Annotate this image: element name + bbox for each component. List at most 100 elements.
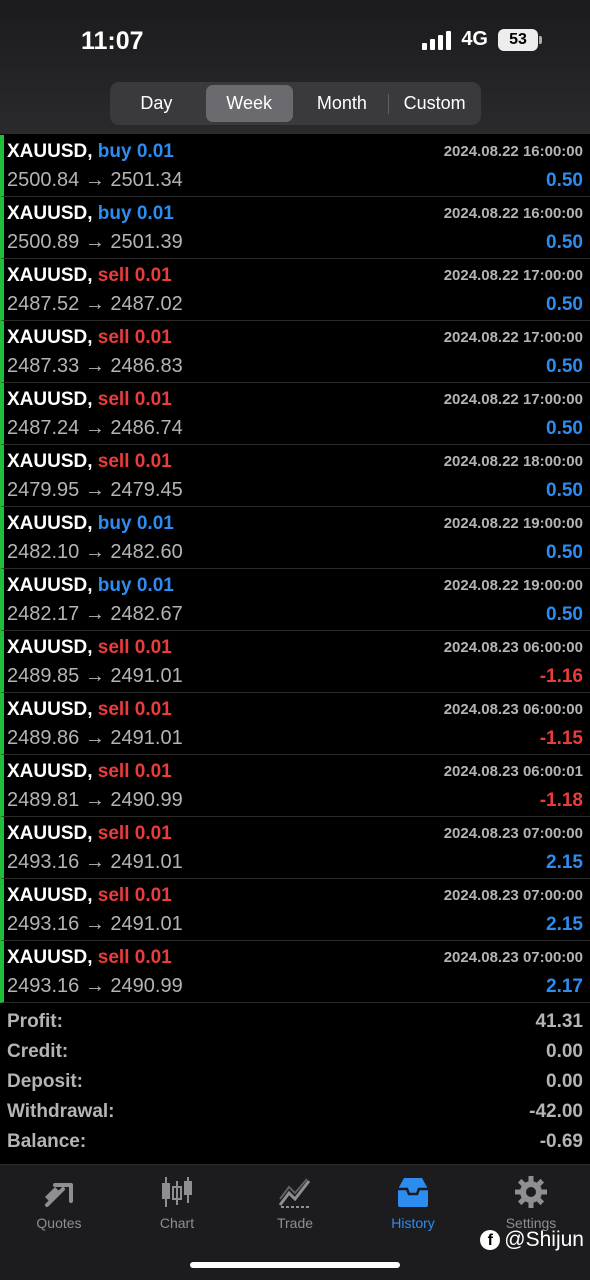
- trade-time: 2024.08.22 17:00:00: [443, 391, 583, 408]
- arrow-icon: →: [84, 293, 105, 315]
- trade-profit: 0.50: [546, 604, 583, 625]
- trade-row[interactable]: XAUUSD, sell 0.01 2489.86 → 2491.01 2024.0…: [0, 693, 590, 755]
- arrow-icon: →: [84, 789, 105, 811]
- summary-row: Deposit: 0.00: [0, 1069, 590, 1099]
- trade-row[interactable]: XAUUSD, sell 0.01 2489.81 → 2490.99 2024.0…: [0, 755, 590, 817]
- trade-profit: 0.50: [546, 480, 583, 501]
- trade-row[interactable]: XAUUSD, sell 0.01 2493.16 → 2491.01 2024.0…: [0, 817, 590, 879]
- trade-row[interactable]: XAUUSD, sell 0.01 2479.95 → 2479.45 2024.0…: [0, 445, 590, 507]
- trade-side: buy 0.01: [97, 141, 174, 162]
- tab-label: History: [391, 1215, 435, 1231]
- trade-time: 2024.08.23 07:00:00: [443, 825, 583, 842]
- open-price: 2500.89: [7, 231, 80, 253]
- signal-icon: [422, 30, 452, 50]
- trade-row[interactable]: XAUUSD, buy 0.01 2482.10 → 2482.60 2024.08…: [0, 507, 590, 569]
- trade-symbol-line: XAUUSD, buy 0.01: [7, 203, 174, 225]
- trade-side: sell 0.01: [97, 699, 172, 720]
- trade-time: 2024.08.22 16:00:00: [443, 143, 583, 160]
- summary-label: Profit:: [7, 1011, 63, 1032]
- trade-row[interactable]: XAUUSD, sell 0.01 2493.16 → 2491.01 2024.0…: [0, 879, 590, 941]
- trade-row[interactable]: XAUUSD, sell 0.01 2493.16 → 2490.99 2024.0…: [0, 941, 590, 1003]
- trade-prices: 2489.86 → 2491.01: [7, 727, 183, 750]
- trade-side: buy 0.01: [97, 575, 174, 596]
- tab-history[interactable]: History: [354, 1175, 472, 1239]
- period-tab-day[interactable]: Day: [113, 85, 200, 122]
- open-price: 2479.95: [7, 479, 80, 501]
- trade-symbol: XAUUSD,: [7, 451, 93, 472]
- open-price: 2487.33: [7, 355, 80, 377]
- trade-time: 2024.08.23 07:00:00: [443, 887, 583, 904]
- quotes-icon: [45, 1183, 73, 1207]
- network-type: 4G: [461, 28, 488, 50]
- tab-trade[interactable]: Trade: [236, 1175, 354, 1239]
- open-price: 2493.16: [7, 913, 80, 935]
- tab-chart[interactable]: Chart: [118, 1175, 236, 1239]
- arrow-icon: →: [84, 975, 105, 997]
- open-price: 2482.17: [7, 603, 80, 625]
- arrow-icon: →: [84, 603, 105, 625]
- top-bar: 11:07 4G 53 Day Week Month Custom: [0, 0, 590, 134]
- tab-quotes[interactable]: Quotes: [0, 1175, 118, 1239]
- summary-value: 0.00: [546, 1071, 583, 1092]
- arrow-icon: →: [84, 169, 105, 191]
- arrow-icon: →: [84, 417, 105, 439]
- trade-prices: 2487.24 → 2486.74: [7, 417, 183, 440]
- arrow-icon: →: [84, 851, 105, 873]
- close-price: 2501.34: [110, 169, 183, 191]
- trade-time: 2024.08.22 17:00:00: [443, 329, 583, 346]
- open-price: 2482.10: [7, 541, 80, 563]
- trade-side: buy 0.01: [97, 513, 174, 534]
- home-indicator[interactable]: [190, 1262, 400, 1268]
- trade-row[interactable]: XAUUSD, sell 0.01 2489.85 → 2491.01 2024.0…: [0, 631, 590, 693]
- trade-time: 2024.08.22 18:00:00: [443, 453, 583, 470]
- trade-row[interactable]: XAUUSD, buy 0.01 2482.17 → 2482.67 2024.08…: [0, 569, 590, 631]
- trade-row[interactable]: XAUUSD, sell 0.01 2487.24 → 2486.74 2024.0…: [0, 383, 590, 445]
- trade-side: sell 0.01: [97, 823, 172, 844]
- open-price: 2489.81: [7, 789, 80, 811]
- period-tab-custom[interactable]: Custom: [388, 85, 478, 122]
- summary-value: 0.00: [546, 1041, 583, 1062]
- arrow-icon: →: [84, 913, 105, 935]
- trade-symbol: XAUUSD,: [7, 699, 93, 720]
- trade-side: sell 0.01: [97, 947, 172, 968]
- close-price: 2490.99: [110, 789, 183, 811]
- open-price: 2493.16: [7, 975, 80, 997]
- tab-label: Trade: [276, 1215, 314, 1231]
- trade-symbol-line: XAUUSD, buy 0.01: [7, 141, 174, 163]
- trade-prices: 2489.81 → 2490.99: [7, 789, 183, 812]
- trade-row[interactable]: XAUUSD, sell 0.01 2487.33 → 2486.83 2024.0…: [0, 321, 590, 383]
- trade-symbol-line: XAUUSD, sell 0.01: [7, 947, 172, 969]
- trade-time: 2024.08.23 06:00:01: [443, 763, 583, 780]
- open-price: 2487.24: [7, 417, 80, 439]
- trade-symbol: XAUUSD,: [7, 513, 93, 534]
- trade-row[interactable]: XAUUSD, buy 0.01 2500.84 → 2501.34 2024.08…: [0, 135, 590, 197]
- trade-side: sell 0.01: [97, 451, 172, 472]
- trade-time: 2024.08.22 17:00:00: [443, 267, 583, 284]
- trade-row[interactable]: XAUUSD, buy 0.01 2500.89 → 2501.39 2024.08…: [0, 197, 590, 259]
- summary-value: 41.31: [535, 1011, 583, 1032]
- open-price: 2493.16: [7, 851, 80, 873]
- trade-side: buy 0.01: [97, 203, 174, 224]
- period-tab-month[interactable]: Month: [299, 85, 386, 122]
- close-price: 2491.01: [110, 665, 183, 687]
- trade-prices: 2482.10 → 2482.60: [7, 541, 183, 564]
- close-price: 2486.83: [110, 355, 183, 377]
- trade-time: 2024.08.22 16:00:00: [443, 205, 583, 222]
- summary-value: -42.00: [529, 1101, 583, 1122]
- arrow-icon: →: [84, 727, 105, 749]
- close-price: 2487.02: [110, 293, 183, 315]
- trade-symbol: XAUUSD,: [7, 203, 93, 224]
- trade-symbol: XAUUSD,: [7, 885, 93, 906]
- period-tab-week[interactable]: Week: [205, 85, 293, 122]
- summary-label: Balance:: [7, 1131, 87, 1152]
- trade-symbol-line: XAUUSD, sell 0.01: [7, 451, 172, 473]
- close-price: 2491.01: [110, 727, 183, 749]
- trade-symbol-line: XAUUSD, buy 0.01: [7, 575, 174, 597]
- trade-symbol: XAUUSD,: [7, 141, 93, 162]
- summary-value: -0.69: [539, 1131, 583, 1152]
- open-price: 2500.84: [7, 169, 80, 191]
- trade-row[interactable]: XAUUSD, sell 0.01 2487.52 → 2487.02 2024.0…: [0, 259, 590, 321]
- trade-symbol-line: XAUUSD, buy 0.01: [7, 513, 174, 535]
- arrow-icon: →: [84, 479, 105, 501]
- trade-prices: 2489.85 → 2491.01: [7, 665, 183, 688]
